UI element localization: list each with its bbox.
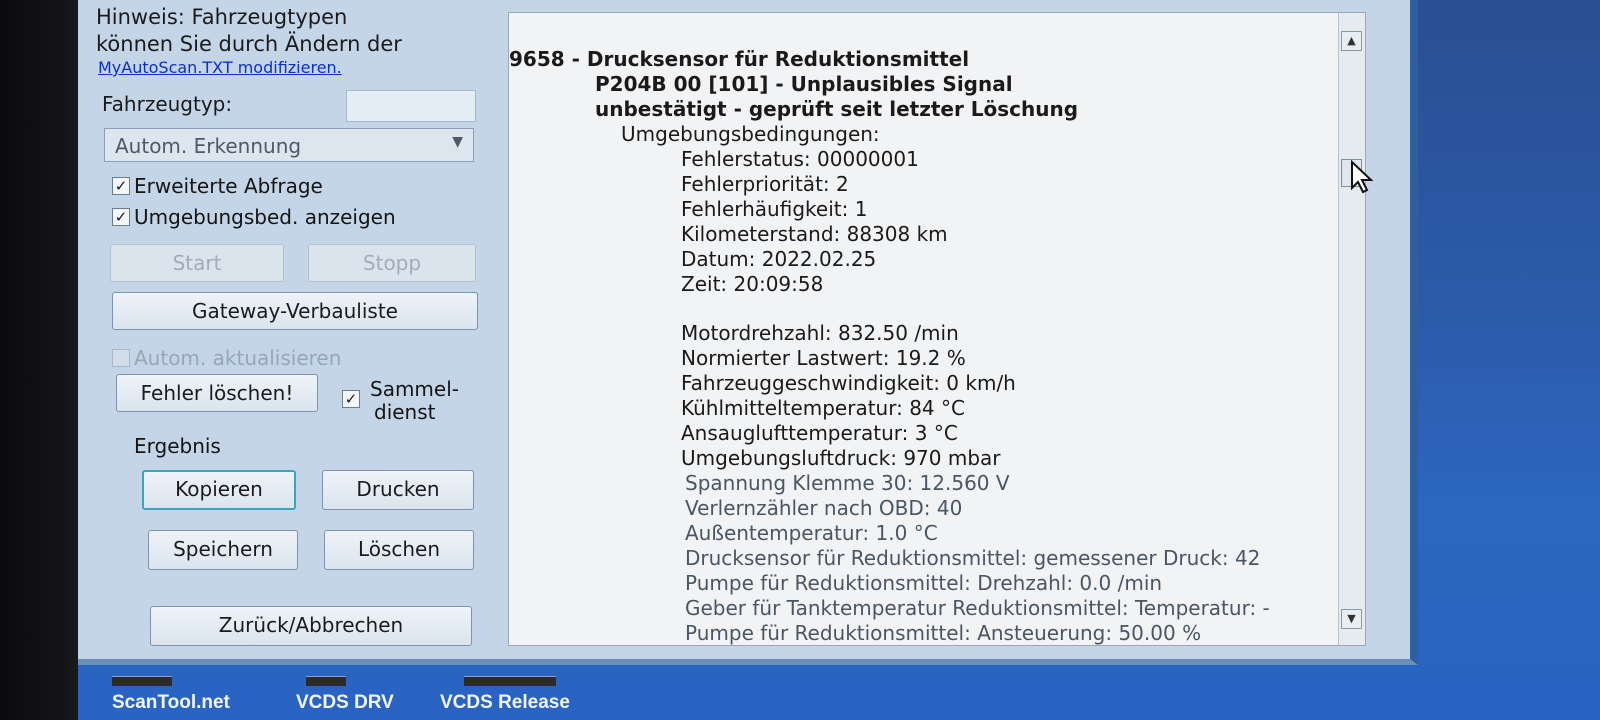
log-line-error-status: Fehlerstatus: 00000001 xyxy=(681,147,919,171)
collective-service-checkbox[interactable]: ✓ xyxy=(342,390,360,408)
mouse-pointer-icon xyxy=(1351,160,1374,194)
log-line-load: Normierter Lastwert: 19.2 % xyxy=(681,346,966,370)
clear-faults-button[interactable]: Fehler löschen! xyxy=(116,374,318,412)
vehicle-type-field[interactable] xyxy=(346,90,476,122)
log-line-pump-speed: Pumpe für Reduktionsmittel: Drehzahl: 0.… xyxy=(685,571,1163,595)
delete-button[interactable]: Löschen xyxy=(324,530,474,570)
show-env-row[interactable]: ✓ Umgebungsbed. anzeigen xyxy=(112,203,396,231)
log-line-coolant: Kühlmitteltemperatur: 84 °C xyxy=(681,396,965,420)
vertical-scrollbar[interactable]: ▲ ▼ xyxy=(1338,13,1365,645)
scroll-down-icon[interactable]: ▼ xyxy=(1341,609,1362,629)
log-line-rpm: Motordrehzahl: 832.50 /min xyxy=(681,321,959,345)
fault-log-textbox[interactable]: 9658 - Drucksensor für Reduktionsmittel … xyxy=(508,12,1366,646)
hint-line-2: können Sie durch Ändern der xyxy=(96,32,402,56)
hint-line-1: Hinweis: Fahrzeugtypen xyxy=(96,5,348,29)
stop-button[interactable]: Stopp xyxy=(308,244,476,282)
log-line-voltage: Spannung Klemme 30: 12.560 V xyxy=(685,471,1010,495)
save-button[interactable]: Speichern xyxy=(148,530,298,570)
hint-text: Hinweis: Fahrzeugtypen können Sie durch … xyxy=(96,4,496,58)
result-group-label: Ergebnis xyxy=(134,434,221,458)
log-line-fault-code: 9658 - Drucksensor für Reduktionsmittel xyxy=(509,47,970,71)
extended-query-label: Erweiterte Abfrage xyxy=(134,174,323,198)
log-line-speed: Fahrzeuggeschwindigkeit: 0 km/h xyxy=(681,371,1016,395)
taskbar-item-scantool[interactable]: ScanTool.net xyxy=(112,692,230,714)
taskbar: ScanTool.net VCDS DRV VCDS Release xyxy=(78,676,1600,720)
collective-label-line-2: dienst xyxy=(374,400,436,424)
collective-label-line-1: Sammel- xyxy=(370,377,459,401)
log-line-mileage: Kilometerstand: 88308 km xyxy=(681,222,948,246)
gateway-list-button[interactable]: Gateway-Verbauliste xyxy=(112,292,478,330)
auto-update-label: Autom. aktualisieren xyxy=(134,346,342,370)
auto-update-row[interactable]: Autom. aktualisieren xyxy=(112,344,341,372)
scantool-app-icon xyxy=(112,676,172,686)
chevron-down-icon: ▼ xyxy=(452,134,463,150)
taskbar-item-vcds-release[interactable]: VCDS Release xyxy=(440,692,570,714)
log-line-priority: Fehlerpriorität: 2 xyxy=(681,172,849,196)
log-line-obd-counter: Verlernzähler nach OBD: 40 xyxy=(685,496,963,520)
print-button[interactable]: Drucken xyxy=(322,470,474,510)
vcds-release-app-icon xyxy=(464,676,556,686)
vcds-fault-window: Hinweis: Fahrzeugtypen können Sie durch … xyxy=(78,0,1418,665)
log-line-pump-control: Pumpe für Reduktionsmittel: Ansteuerung:… xyxy=(685,621,1202,645)
dropdown-selected-value: Autom. Erkennung xyxy=(115,134,302,158)
extended-query-checkbox[interactable]: ✓ xyxy=(112,177,130,195)
scroll-up-icon[interactable]: ▲ xyxy=(1341,31,1362,51)
log-line-outside-temp: Außentemperatur: 1.0 °C xyxy=(685,521,938,545)
back-cancel-button[interactable]: Zurück/Abbrechen xyxy=(150,606,472,646)
control-panel: Hinweis: Fahrzeugtypen können Sie durch … xyxy=(78,0,503,665)
log-line-env-header: Umgebungsbedingungen: xyxy=(621,122,880,146)
show-env-label: Umgebungsbed. anzeigen xyxy=(134,205,396,229)
log-line-date: Datum: 2022.02.25 xyxy=(681,247,877,271)
copy-button[interactable]: Kopieren xyxy=(142,470,296,510)
auto-update-checkbox[interactable] xyxy=(112,349,130,367)
collective-service-label: Sammel- dienst xyxy=(370,378,500,424)
vehicle-type-dropdown[interactable]: Autom. Erkennung ▼ xyxy=(104,128,474,162)
vcds-drv-app-icon xyxy=(306,676,346,686)
log-line-ambient-pressure: Umgebungsluftdruck: 970 mbar xyxy=(681,446,1001,470)
log-line-status: unbestätigt - geprüft seit letzter Lösch… xyxy=(595,97,1079,121)
log-line-frequency: Fehlerhäufigkeit: 1 xyxy=(681,197,868,221)
vehicle-type-label: Fahrzeugtyp: xyxy=(102,92,233,116)
log-line-pcode: P204B 00 [101] - Unplausibles Signal xyxy=(595,72,1013,96)
start-button[interactable]: Start xyxy=(110,244,284,282)
log-line-intake-air: Ansauglufttemperatur: 3 °C xyxy=(681,421,958,445)
log-line-time: Zeit: 20:09:58 xyxy=(681,272,824,296)
show-env-checkbox[interactable]: ✓ xyxy=(112,208,130,226)
log-line-pressure-sensor: Drucksensor für Reduktionsmittel: gemess… xyxy=(685,546,1261,570)
taskbar-item-vcds-drv[interactable]: VCDS DRV xyxy=(296,692,394,714)
myautoscan-link[interactable]: MyAutoScan.TXT modifizieren. xyxy=(98,58,342,77)
extended-query-row[interactable]: ✓ Erweiterte Abfrage xyxy=(112,172,323,200)
monitor-bezel xyxy=(0,0,78,720)
log-line-tank-temp: Geber für Tanktemperatur Reduktionsmitte… xyxy=(685,596,1270,620)
